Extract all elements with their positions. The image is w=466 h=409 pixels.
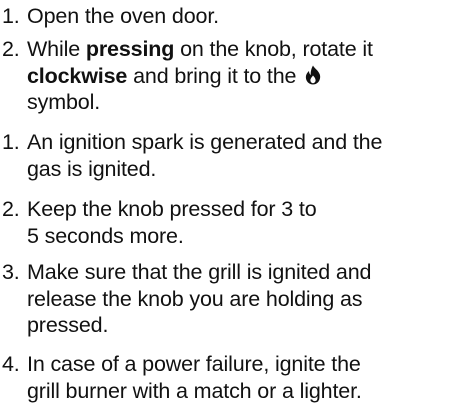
step-text-symbol: symbol.: [27, 90, 101, 114]
step-text-continued: pressed.: [27, 313, 109, 337]
step-text-continued: grill burner with a match or a lighter.: [27, 378, 362, 403]
step-number: 4.: [2, 352, 20, 376]
step-number: 3.: [2, 260, 20, 284]
step-text-mid: on the knob, rotate it: [174, 37, 373, 61]
step-number: 2.: [2, 197, 20, 221]
step-text-continued: gas is ignited.: [27, 156, 157, 181]
step-grill-ignited: 3. Make sure that the grill is ignited an…: [2, 259, 464, 339]
flame-icon: [304, 65, 322, 85]
step-power-failure: 4. In case of a power failure, ignite the…: [2, 351, 464, 404]
instructions-document: 1. Open the oven door. 2. While pressing o…: [0, 0, 466, 409]
step-rotate-knob: 2. While pressing on the knob, rotate it …: [2, 36, 464, 116]
step-text: An ignition spark is generated and the: [27, 130, 383, 154]
step-open-door: 1. Open the oven door.: [2, 3, 464, 30]
step-ignition-spark: 1. An ignition spark is generated and the…: [2, 129, 464, 182]
step-keep-pressed: 2. Keep the knob pressed for 3 to 5 secon…: [2, 196, 464, 249]
emphasis-pressing: pressing: [85, 37, 175, 61]
step-text-post: and bring it to the: [127, 63, 303, 88]
step-text-pre: While: [27, 37, 86, 61]
emphasis-clockwise: clockwise: [27, 63, 128, 88]
step-text: Open the oven door.: [27, 4, 219, 28]
step-number: 1.: [2, 130, 20, 154]
step-text-continued: 5 seconds more.: [27, 223, 184, 248]
step-number: 1.: [2, 4, 20, 28]
step-text: Make sure that the grill is ignited and: [27, 260, 372, 284]
step-text: Keep the knob pressed for 3 to: [27, 197, 317, 221]
step-text: In case of a power failure, ignite the: [27, 352, 361, 376]
step-number: 2.: [2, 37, 20, 61]
step-text-continued: release the knob you are holding as: [27, 286, 363, 311]
